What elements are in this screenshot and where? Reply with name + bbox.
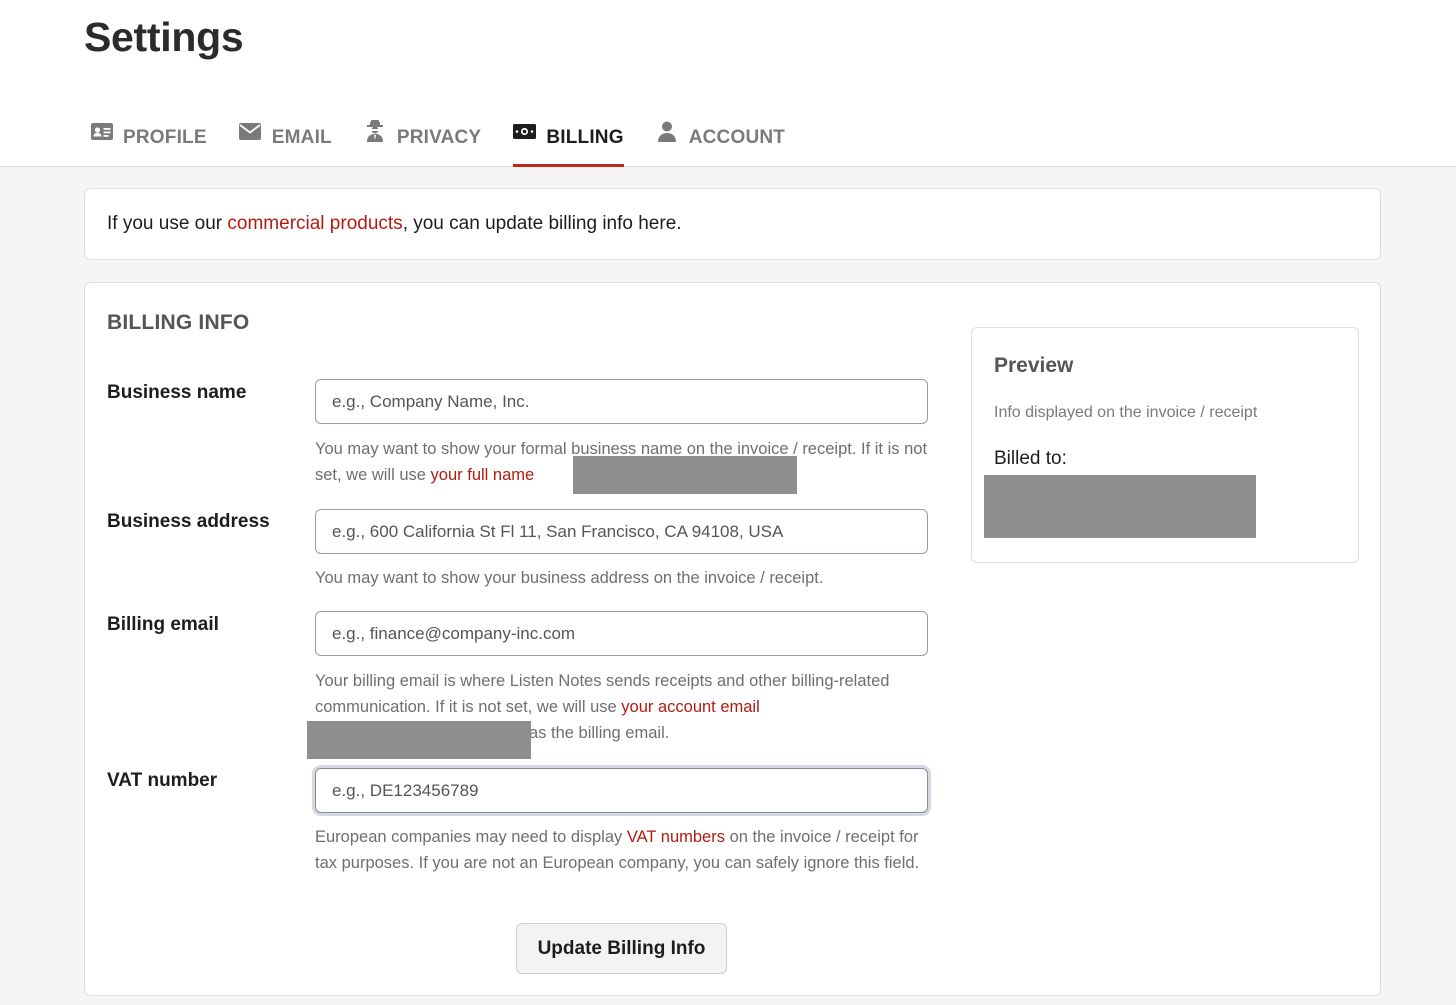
business-address-input[interactable] [315, 509, 928, 554]
notice-prefix: If you use our [107, 213, 228, 234]
help-text: Your billing email is where Listen Notes… [315, 672, 890, 716]
vat-numbers-link[interactable]: VAT numbers [627, 828, 725, 846]
tab-label: PRIVACY [396, 127, 482, 148]
vat-number-input[interactable] [315, 768, 928, 813]
invoice-preview: Preview Info displayed on the invoice / … [971, 327, 1359, 563]
commercial-products-link[interactable]: commercial products [227, 213, 402, 234]
tab-label: PROFILE [123, 127, 207, 148]
billing-email-help: Your billing email is where Listen Notes… [315, 668, 930, 720]
user-icon [656, 120, 679, 142]
vat-number-label: VAT number [107, 770, 218, 791]
preview-title: Preview [994, 354, 1074, 377]
billing-notice: If you use our commercial products, you … [84, 188, 1381, 260]
business-address-help: You may want to show your business addre… [315, 569, 824, 587]
settings-header: Settings PROFILE EMAIL PRIVACY BILLING A… [0, 0, 1456, 167]
business-name-label: Business name [107, 382, 247, 403]
user-secret-icon [364, 120, 387, 142]
preview-subtitle: Info displayed on the invoice / receipt [994, 404, 1258, 421]
full-name-link[interactable]: your full name [431, 466, 535, 484]
tab-billing[interactable]: BILLING [513, 120, 624, 167]
tab-profile[interactable]: PROFILE [90, 122, 207, 167]
billing-email-label: Billing email [107, 614, 219, 635]
business-name-input[interactable] [315, 379, 928, 424]
business-address-label: Business address [107, 511, 270, 532]
vat-number-help: European companies may need to display V… [315, 824, 930, 876]
tab-label: EMAIL [271, 127, 332, 148]
money-bill-icon [513, 120, 537, 142]
update-billing-info-button[interactable]: Update Billing Info [516, 923, 727, 974]
page-title: Settings [84, 14, 244, 60]
help-text: European companies may need to display [315, 828, 627, 846]
billing-info-card: BILLING INFO Business name You may want … [84, 282, 1381, 996]
envelope-icon [239, 120, 262, 142]
notice-text: If you use our commercial products, you … [107, 213, 682, 235]
billing-email-input[interactable] [315, 611, 928, 656]
tab-label: BILLING [546, 127, 624, 148]
id-card-icon [90, 120, 113, 142]
tab-label: ACCOUNT [688, 127, 786, 148]
section-title: BILLING INFO [107, 311, 250, 334]
tab-privacy[interactable]: PRIVACY [364, 120, 482, 167]
account-email-link[interactable]: your account email [621, 698, 760, 716]
redacted-billed-to [984, 475, 1256, 538]
settings-tabs: PROFILE EMAIL PRIVACY BILLING ACCOUNT [90, 120, 817, 167]
redacted-full-name [573, 456, 797, 494]
redacted-account-email [307, 721, 531, 759]
tab-account[interactable]: ACCOUNT [656, 120, 786, 167]
billed-to-label: Billed to: [994, 448, 1067, 469]
tab-email[interactable]: EMAIL [239, 122, 332, 167]
notice-suffix: , you can update billing info here. [402, 213, 682, 234]
